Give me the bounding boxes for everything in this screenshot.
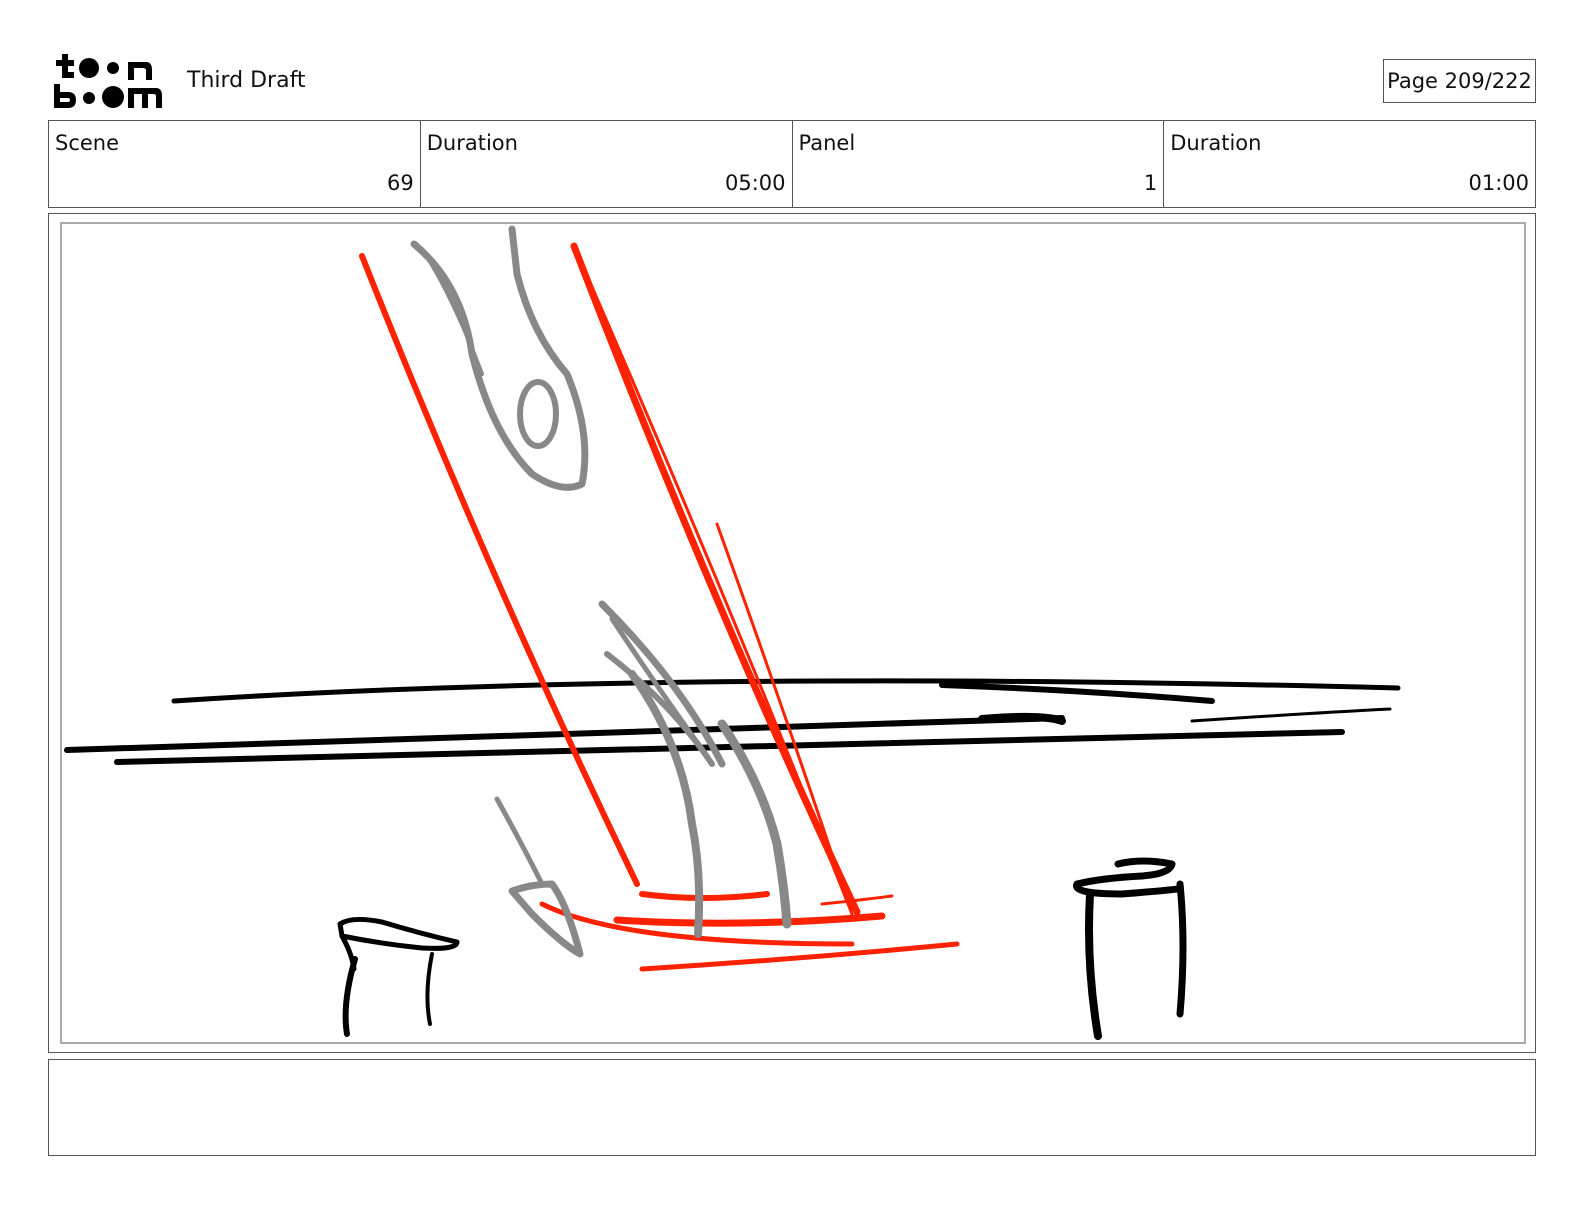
storyboard-panel-frame [48,213,1536,1053]
toon-boom-logo: toon boom [52,52,162,108]
table-edge-strokes [64,678,1401,765]
panel-duration-cell: Duration 01:00 [1163,121,1535,207]
info-bar: Scene 69 Duration 05:00 Panel 1 Duration… [48,120,1536,208]
storyboard-panel [60,222,1526,1044]
logo-text-top: toon [52,52,55,53]
scene-cell: Scene 69 [49,121,420,207]
document-title: Third Draft [187,68,306,93]
notes-box [48,1059,1536,1156]
panel-duration-value: 01:00 [1468,171,1529,195]
red-sketch-strokes [359,242,960,972]
scene-duration-value: 05:00 [724,171,786,195]
panel-value: 1 [1143,171,1158,195]
left-stool-sketch [337,916,460,1037]
scene-label: Scene [55,131,120,155]
panel-label: Panel [798,131,856,155]
right-stool-sketch [1073,857,1187,1040]
panel-cell: Panel 1 [791,121,1164,207]
gray-sketch-strokes [410,225,792,958]
scene-duration-label: Duration [426,131,518,155]
panel-duration-label: Duration [1170,131,1262,155]
scene-value: 69 [387,171,414,195]
panel-sketch [64,225,1401,1040]
page-indicator: Page 209/222 [1383,59,1536,103]
logo-text-bottom: boom [52,52,55,53]
scene-duration-cell: Duration 05:00 [419,121,792,207]
